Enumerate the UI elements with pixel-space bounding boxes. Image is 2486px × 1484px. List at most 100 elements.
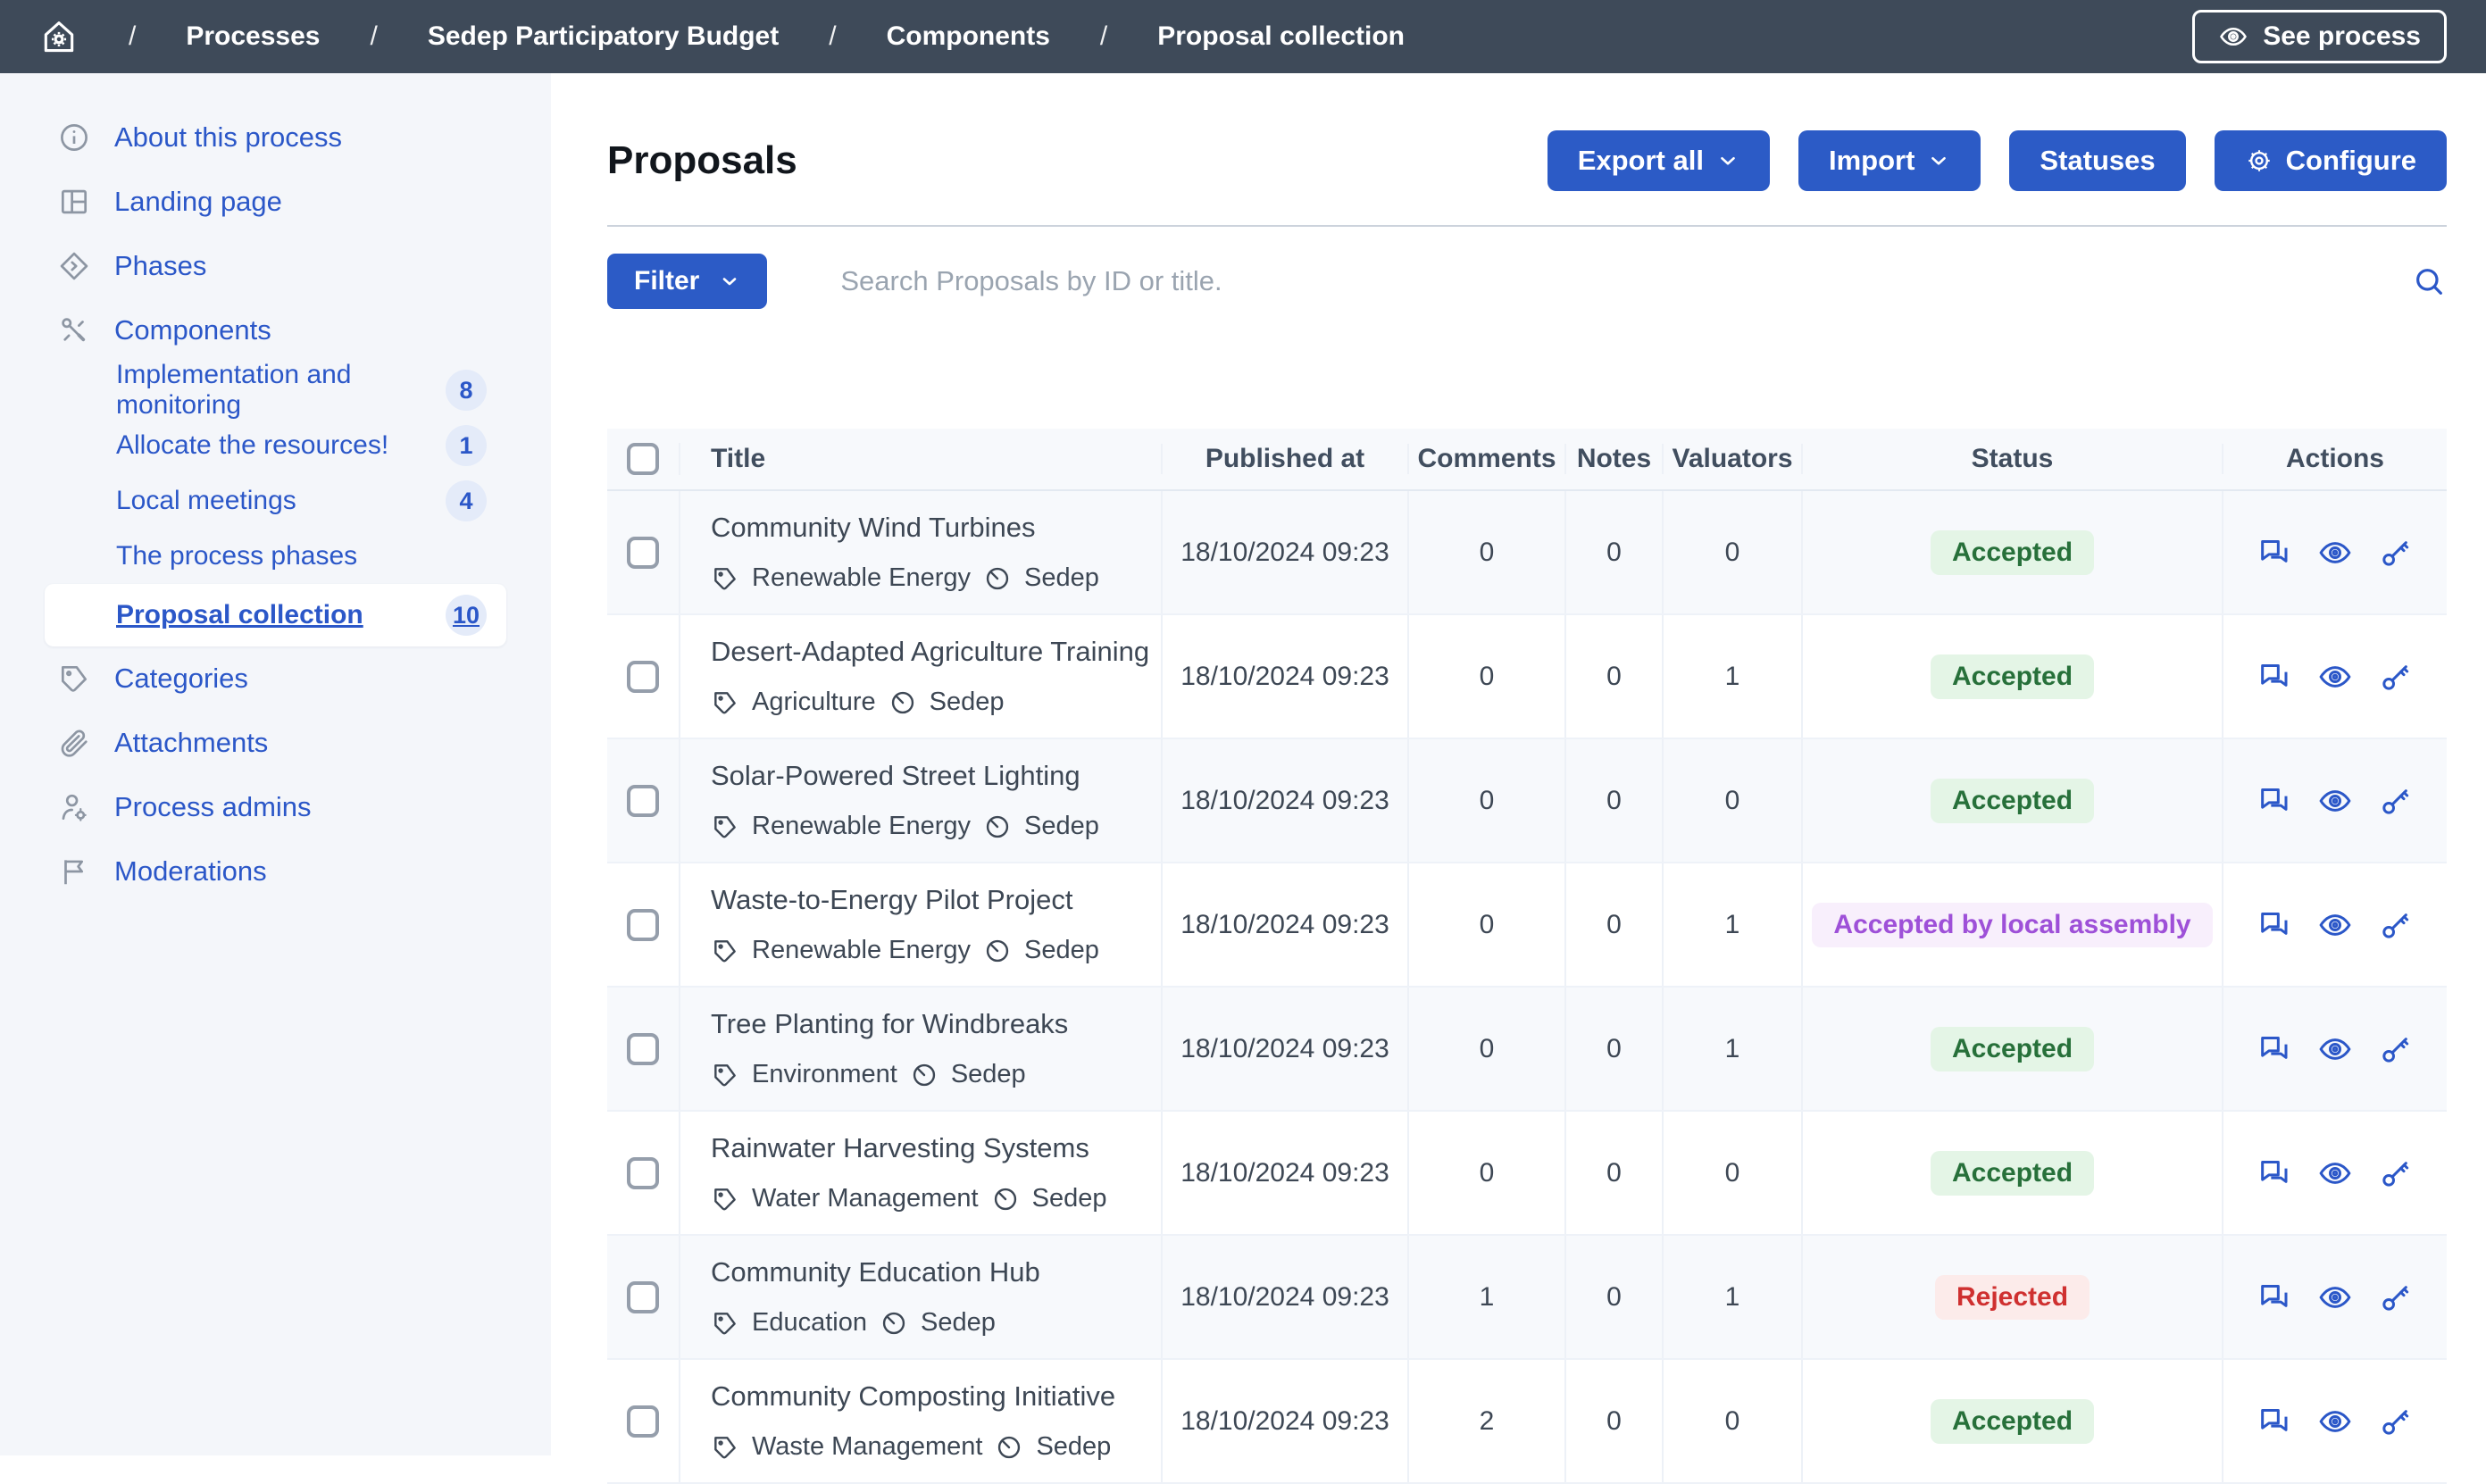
- preview-eye-icon[interactable]: [2317, 535, 2353, 571]
- sidebar-item-landing-page[interactable]: Landing page: [0, 170, 551, 234]
- statuses-button[interactable]: Statuses: [2009, 130, 2185, 191]
- admin-home-icon[interactable]: [39, 17, 79, 56]
- preview-eye-icon[interactable]: [2317, 907, 2353, 943]
- sidebar-item-categories[interactable]: Categories: [0, 646, 551, 711]
- breadcrumb-separator: /: [1100, 21, 1107, 52]
- permissions-key-icon[interactable]: [2378, 659, 2414, 695]
- preview-eye-icon[interactable]: [2317, 783, 2353, 819]
- column-title: Title: [680, 444, 1163, 474]
- preview-eye-icon[interactable]: [2317, 1155, 2353, 1191]
- category-tag-icon: [711, 937, 739, 965]
- column-published-at: Published at: [1163, 444, 1409, 474]
- permissions-key-icon[interactable]: [2378, 1404, 2414, 1439]
- breadcrumb-proposal-collection[interactable]: Proposal collection: [1157, 21, 1405, 52]
- proposal-meta: Agriculture Sedep: [711, 688, 1004, 717]
- search-input[interactable]: [840, 265, 2393, 297]
- valuators-count: 1: [1664, 615, 1803, 738]
- paperclip-icon: [57, 726, 91, 760]
- sidebar-item-phases[interactable]: Phases: [0, 234, 551, 298]
- proposal-title-link[interactable]: Desert-Adapted Agriculture Training: [711, 636, 1149, 668]
- permissions-key-icon[interactable]: [2378, 1280, 2414, 1315]
- row-checkbox[interactable]: [627, 661, 659, 693]
- phases-diamond-icon: [57, 249, 91, 283]
- filter-row: Filter: [607, 254, 2447, 309]
- main-content: Proposals Export all Import Statuses Con…: [551, 73, 2486, 1455]
- scope-label: Sedep: [930, 688, 1005, 717]
- valuators-count: 1: [1664, 1236, 1803, 1358]
- column-notes: Notes: [1566, 444, 1664, 474]
- permissions-key-icon[interactable]: [2378, 1155, 2414, 1191]
- select-all-checkbox[interactable]: [627, 443, 659, 475]
- permissions-key-icon[interactable]: [2378, 1031, 2414, 1067]
- proposal-title-link[interactable]: Community Wind Turbines: [711, 512, 1036, 544]
- row-checkbox[interactable]: [627, 1033, 659, 1065]
- sidebar-item-about[interactable]: About this process: [0, 105, 551, 170]
- answer-proposal-icon[interactable]: [2257, 1031, 2292, 1067]
- component-count-badge: 4: [446, 480, 487, 521]
- published-at-value: 18/10/2024 09:23: [1163, 863, 1409, 986]
- preview-eye-icon[interactable]: [2317, 1404, 2353, 1439]
- sidebar-component-item[interactable]: Proposal collection 10: [45, 584, 506, 646]
- proposal-title-link[interactable]: Tree Planting for Windbreaks: [711, 1008, 1068, 1040]
- search-icon[interactable]: [2411, 263, 2447, 299]
- sidebar-component-item[interactable]: Implementation and monitoring 8: [45, 363, 506, 418]
- configure-button[interactable]: Configure: [2215, 130, 2447, 191]
- answer-proposal-icon[interactable]: [2257, 1280, 2292, 1315]
- proposal-title-link[interactable]: Solar-Powered Street Lighting: [711, 760, 1080, 792]
- row-actions: [2257, 907, 2414, 943]
- sidebar-item-attachments[interactable]: Attachments: [0, 711, 551, 775]
- answer-proposal-icon[interactable]: [2257, 783, 2292, 819]
- row-actions: [2257, 783, 2414, 819]
- published-at-value: 18/10/2024 09:23: [1163, 491, 1409, 613]
- preview-eye-icon[interactable]: [2317, 1280, 2353, 1315]
- category-tag-icon: [711, 1061, 739, 1089]
- status-badge: Accepted: [1931, 654, 2094, 699]
- sidebar-component-item[interactable]: Allocate the resources! 1: [45, 418, 506, 473]
- sidebar-item-components[interactable]: Components: [0, 298, 551, 363]
- answer-proposal-icon[interactable]: [2257, 535, 2292, 571]
- sidebar-component-item[interactable]: Local meetings 4: [45, 473, 506, 529]
- permissions-key-icon[interactable]: [2378, 535, 2414, 571]
- sidebar-item-moderations[interactable]: Moderations: [0, 839, 551, 904]
- see-process-button[interactable]: See process: [2192, 10, 2447, 63]
- preview-eye-icon[interactable]: [2317, 1031, 2353, 1067]
- import-button[interactable]: Import: [1798, 130, 1981, 191]
- permissions-key-icon[interactable]: [2378, 907, 2414, 943]
- proposal-title-link[interactable]: Waste-to-Energy Pilot Project: [711, 884, 1072, 916]
- column-comments: Comments: [1409, 444, 1566, 474]
- answer-proposal-icon[interactable]: [2257, 659, 2292, 695]
- permissions-key-icon[interactable]: [2378, 783, 2414, 819]
- row-checkbox[interactable]: [627, 1405, 659, 1438]
- gear-icon: [2245, 146, 2273, 175]
- preview-eye-icon[interactable]: [2317, 659, 2353, 695]
- sidebar-item-process-admins[interactable]: Process admins: [0, 775, 551, 839]
- component-item-label: Implementation and monitoring: [116, 360, 446, 421]
- sidebar-component-item[interactable]: The process phases: [45, 529, 506, 584]
- notes-count: 0: [1566, 1112, 1664, 1234]
- published-at-value: 18/10/2024 09:23: [1163, 615, 1409, 738]
- row-checkbox[interactable]: [627, 1157, 659, 1189]
- filter-button[interactable]: Filter: [607, 254, 767, 309]
- row-checkbox[interactable]: [627, 909, 659, 941]
- row-checkbox[interactable]: [627, 785, 659, 817]
- proposal-title-link[interactable]: Community Composting Initiative: [711, 1380, 1115, 1413]
- page-title: Proposals: [607, 138, 797, 183]
- category-label: Environment: [752, 1060, 897, 1089]
- answer-proposal-icon[interactable]: [2257, 1155, 2292, 1191]
- status-badge: Accepted: [1931, 779, 2094, 823]
- proposal-title-link[interactable]: Rainwater Harvesting Systems: [711, 1132, 1089, 1164]
- answer-proposal-icon[interactable]: [2257, 1404, 2292, 1439]
- answer-proposal-icon[interactable]: [2257, 907, 2292, 943]
- breadcrumb-process-name[interactable]: Sedep Participatory Budget: [428, 21, 779, 52]
- table-row: Desert-Adapted Agriculture Training Agri…: [607, 615, 2447, 739]
- row-checkbox[interactable]: [627, 1281, 659, 1313]
- column-valuators: Valuators: [1664, 444, 1803, 474]
- breadcrumb-processes[interactable]: Processes: [186, 21, 320, 52]
- category-tag-icon: [711, 1433, 739, 1462]
- breadcrumb-components[interactable]: Components: [887, 21, 1050, 52]
- chevron-down-icon: [1716, 149, 1739, 172]
- statuses-label: Statuses: [2040, 145, 2155, 177]
- row-checkbox[interactable]: [627, 537, 659, 569]
- proposal-title-link[interactable]: Community Education Hub: [711, 1256, 1040, 1288]
- export-all-button[interactable]: Export all: [1547, 130, 1770, 191]
